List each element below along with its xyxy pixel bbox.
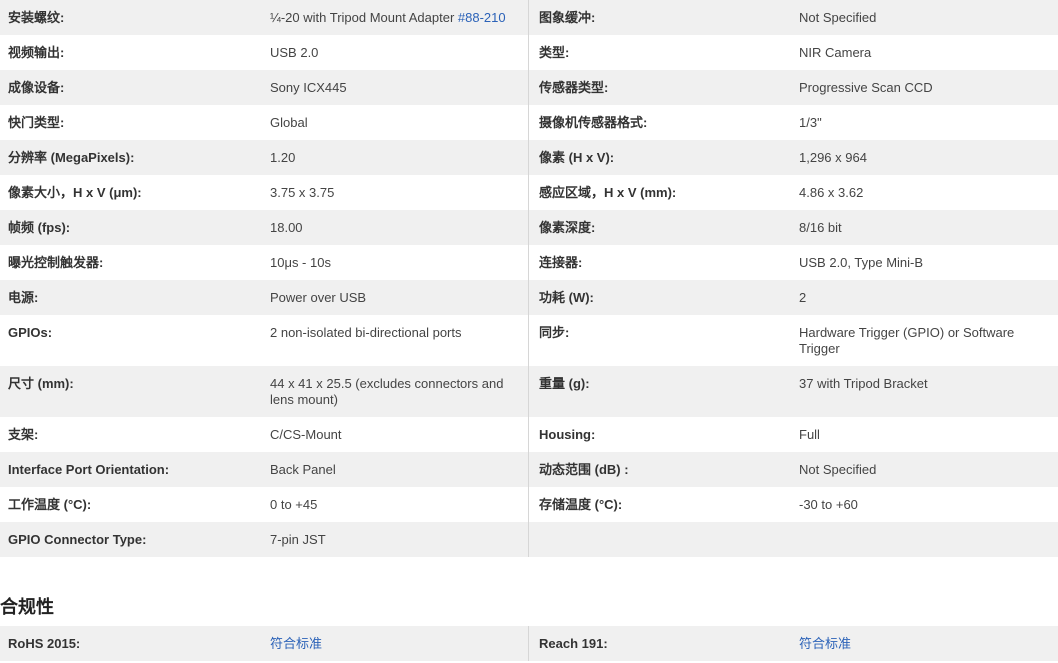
spec-value: NIR Camera: [799, 45, 872, 60]
spec-value: Not Specified: [799, 462, 877, 477]
spec-label: 像素 (H x V):: [539, 150, 615, 165]
spec-row: 像素大小，H x V (μm): 3.75 x 3.75 感应区域，H x V …: [0, 175, 1058, 210]
spec-row: GPIOs: 2 non-isolated bi-directional por…: [0, 315, 1058, 366]
spec-label: 支架:: [8, 427, 39, 442]
spec-label: 快门类型:: [8, 115, 65, 130]
spec-label: 帧频 (fps):: [8, 220, 71, 235]
spec-value: 1,296 x 964: [799, 150, 867, 165]
compliance-value: 符合标准: [791, 626, 1058, 661]
spec-value-text: ¼-20 with Tripod Mount Adapter: [270, 10, 458, 25]
spec-row: 快门类型: Global 摄像机传感器格式: 1/3": [0, 105, 1058, 140]
spec-row: 帧频 (fps): 18.00 像素深度: 8/16 bit: [0, 210, 1058, 245]
spec-label: 功耗 (W):: [539, 290, 594, 305]
spec-label: 像素深度:: [539, 220, 596, 235]
spec-row: 工作温度 (°C): 0 to +45 存储温度 (°C): -30 to +6…: [0, 487, 1058, 522]
spec-label: 分辨率 (MegaPixels):: [8, 150, 135, 165]
spec-label: GPIO Connector Type:: [8, 532, 147, 547]
spec-value: 37 with Tripod Bracket: [799, 376, 928, 391]
spec-value: Hardware Trigger (GPIO) or Software Trig…: [799, 325, 1015, 356]
spec-row: 分辨率 (MegaPixels): 1.20 像素 (H x V): 1,296…: [0, 140, 1058, 175]
spec-label: 视频输出:: [8, 45, 65, 60]
spec-value: Not Specified: [799, 10, 877, 25]
spec-label: 像素大小，H x V (μm):: [8, 185, 142, 200]
spec-label: 工作温度 (°C):: [8, 497, 92, 512]
spec-label: 安装螺纹:: [8, 10, 65, 25]
spec-row: 成像设备: Sony ICX445 传感器类型: Progressive Sca…: [0, 70, 1058, 105]
spec-value: Progressive Scan CCD: [799, 80, 933, 95]
compliance-heading: 合规性: [0, 597, 54, 618]
spec-value: 1.20: [262, 140, 529, 175]
spec-value: Sony ICX445: [262, 70, 529, 105]
spec-row: 支架: C/CS-Mount Housing: Full: [0, 417, 1058, 452]
compliance-label: Reach 191:: [539, 636, 608, 651]
spec-value: 3.75 x 3.75: [262, 175, 529, 210]
spec-row: 尺寸 (mm): 44 x 41 x 25.5 (excludes connec…: [0, 366, 1058, 417]
spec-label: 曝光控制触发器:: [8, 255, 104, 270]
spec-value: 4.86 x 3.62: [799, 185, 864, 200]
spec-value: Full: [799, 427, 820, 442]
spec-value: Global: [262, 105, 529, 140]
spec-label: Interface Port Orientation:: [8, 462, 170, 477]
spec-value: USB 2.0: [262, 35, 529, 70]
spec-label: 摄像机传感器格式:: [539, 115, 648, 130]
spec-row: 安装螺纹: ¼-20 with Tripod Mount Adapter #88…: [0, 0, 1058, 35]
spec-value: 7-pin JST: [262, 522, 529, 557]
spec-row: 视频输出: USB 2.0 类型: NIR Camera: [0, 35, 1058, 70]
spec-label: 类型:: [539, 45, 570, 60]
spec-label: 成像设备:: [8, 80, 65, 95]
specifications-table: 安装螺纹: ¼-20 with Tripod Mount Adapter #88…: [0, 0, 1058, 557]
spec-label: 连接器:: [539, 255, 583, 270]
spec-row: 曝光控制触发器: 10μs - 10s 连接器: USB 2.0, Type M…: [0, 245, 1058, 280]
spec-value: 2 non-isolated bi-directional ports: [262, 315, 529, 366]
spec-row: Interface Port Orientation: Back Panel 动…: [0, 452, 1058, 487]
spec-value: [791, 522, 1058, 557]
spec-label: GPIOs:: [8, 325, 53, 340]
spec-value: 8/16 bit: [799, 220, 842, 235]
part-number-link[interactable]: #88-210: [458, 10, 506, 25]
spec-value: C/CS-Mount: [262, 417, 529, 452]
spec-label: 尺寸 (mm):: [8, 376, 74, 391]
spec-label: 传感器类型:: [539, 80, 609, 95]
spec-label: [529, 522, 791, 557]
rohs-compliance-link[interactable]: 符合标准: [270, 636, 322, 651]
spec-value: 44 x 41 x 25.5 (excludes connectors and …: [262, 366, 529, 417]
spec-value: USB 2.0, Type Mini-B: [799, 255, 924, 270]
spec-value: 0 to +45: [262, 487, 529, 522]
spec-label: 同步:: [539, 325, 570, 340]
spec-value: Power over USB: [262, 280, 529, 315]
compliance-label: RoHS 2015:: [8, 636, 81, 651]
spec-value: 10μs - 10s: [262, 245, 529, 280]
spec-value: 1/3": [799, 115, 822, 130]
spec-value: 18.00: [262, 210, 529, 245]
compliance-table: RoHS 2015: 符合标准 Reach 191: 符合标准: [0, 626, 1058, 661]
spec-label: 存储温度 (°C):: [539, 497, 623, 512]
spec-value: -30 to +60: [799, 497, 858, 512]
spec-label: 图象缓冲:: [539, 10, 596, 25]
compliance-row: RoHS 2015: 符合标准 Reach 191: 符合标准: [0, 626, 1058, 661]
spec-label: 电源:: [8, 290, 39, 305]
reach-compliance-link[interactable]: 符合标准: [799, 636, 851, 651]
compliance-value: 符合标准: [262, 626, 529, 661]
spec-label: 动态范围 (dB) :: [539, 462, 629, 477]
spec-value: Back Panel: [262, 452, 529, 487]
spec-label: Housing:: [539, 427, 596, 442]
spec-label: 感应区域，H x V (mm):: [539, 185, 677, 200]
spec-value: ¼-20 with Tripod Mount Adapter #88-210: [262, 0, 529, 35]
spec-value: 2: [799, 290, 807, 305]
spec-label: 重量 (g):: [539, 376, 590, 391]
spec-row: 电源: Power over USB 功耗 (W): 2: [0, 280, 1058, 315]
spec-row: GPIO Connector Type: 7-pin JST: [0, 522, 1058, 557]
